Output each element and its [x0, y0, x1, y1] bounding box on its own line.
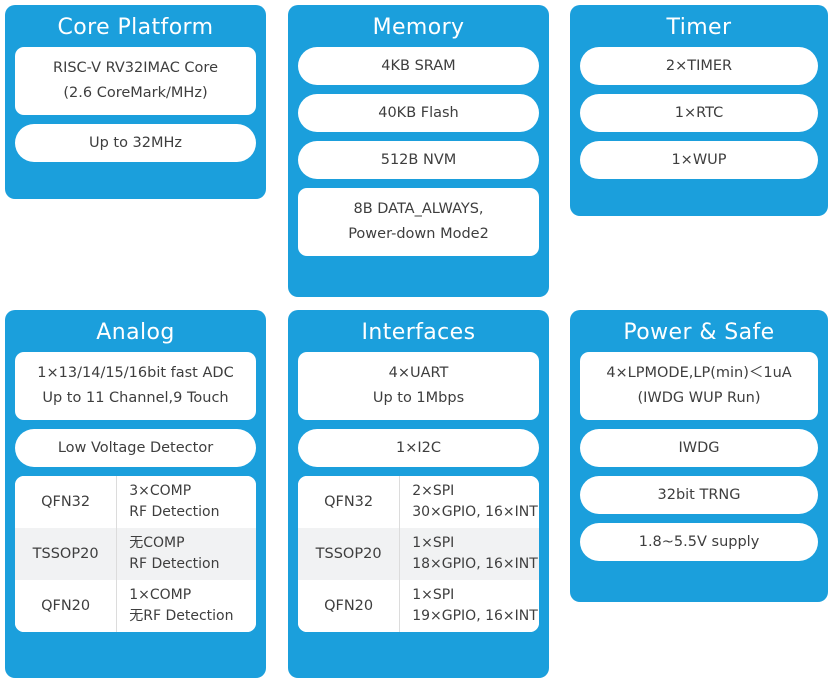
- feature-pill: 1×I2C: [298, 429, 539, 467]
- table-cell-detail-line: 无RF Detection: [129, 608, 234, 624]
- card-analog: Analog 1×13/14/15/16bit fast ADC Up to 11…: [5, 310, 266, 678]
- card-body-memory: 4KB SRAM 40KB Flash 512B NVM 8B DATA_ALWAYS…: [298, 47, 539, 256]
- feature-pill: 8B DATA_ALWAYS, Power-down Mode2: [298, 188, 539, 256]
- feature-pill-line: (2.6 CoreMark/MHz): [63, 85, 208, 101]
- feature-pill: 40KB Flash: [298, 94, 539, 132]
- feature-pill-line: RISC-V RV32IMAC Core: [53, 60, 218, 76]
- table-cell-package: QFN20: [41, 598, 91, 614]
- table-cell-detail-line: 1×SPI: [412, 535, 455, 551]
- table-cell-detail-line: 18×GPIO, 16×INT: [412, 556, 538, 572]
- card-body-interfaces: 4×UART Up to 1Mbps 1×I2C QFN32 2×SPI 30×GPIO,…: [298, 352, 539, 632]
- feature-pill: 4KB SRAM: [298, 47, 539, 85]
- feature-pill-line: 2×TIMER: [665, 58, 733, 74]
- feature-pill-line: Low Voltage Detector: [57, 440, 214, 456]
- feature-pill: 4×LPMODE,LP(min)＜1uA (IWDG WUP Run): [580, 352, 818, 420]
- table-cell-package: QFN32: [41, 494, 91, 510]
- feature-pill-line: 512B NVM: [380, 152, 457, 168]
- feature-pill-line: IWDG: [678, 440, 720, 456]
- table-cell-detail-line: 3×COMP: [129, 483, 192, 499]
- feature-pill: IWDG: [580, 429, 818, 467]
- table-cell-detail-line: 19×GPIO, 16×INT: [412, 608, 538, 624]
- package-variant-table: QFN32 3×COMP RF Detection TSSOP20 无COMP RF De…: [15, 476, 256, 632]
- feature-pill: 512B NVM: [298, 141, 539, 179]
- card-title-timer: Timer: [666, 15, 732, 40]
- card-title-core-platform: Core Platform: [57, 15, 214, 40]
- feature-pill: 2×TIMER: [580, 47, 818, 85]
- table-row: TSSOP20 1×SPI 18×GPIO, 16×INT: [298, 528, 539, 580]
- feature-pill: 1.8~5.5V supply: [580, 523, 818, 561]
- table-cell-detail: 2×SPI 30×GPIO, 16×INT: [399, 476, 539, 528]
- feature-pill-line: 4KB SRAM: [381, 58, 456, 74]
- feature-pill-line: Up to 11 Channel,9 Touch: [42, 390, 229, 406]
- feature-pill-line: Up to 1Mbps: [372, 390, 465, 406]
- card-body-core-platform: RISC-V RV32IMAC Core (2.6 CoreMark/MHz) Up…: [15, 47, 256, 162]
- table-cell-detail-line: RF Detection: [129, 556, 220, 572]
- table-cell-detail-line: 无COMP: [129, 535, 185, 551]
- feature-pill-line: 32bit TRNG: [657, 487, 741, 503]
- feature-pill-line: 1×13/14/15/16bit fast ADC: [37, 365, 234, 381]
- card-title-interfaces: Interfaces: [361, 320, 476, 345]
- feature-pill-line: 1.8~5.5V supply: [638, 534, 760, 550]
- card-title-power-and-safe: Power & Safe: [623, 320, 775, 345]
- table-row: TSSOP20 无COMP RF Detection: [15, 528, 256, 580]
- table-cell-package: TSSOP20: [315, 546, 382, 562]
- table-cell-detail-line: 1×COMP: [129, 587, 192, 603]
- table-cell-detail: 1×SPI 18×GPIO, 16×INT: [399, 528, 539, 580]
- table-cell-detail-line: 2×SPI: [412, 483, 455, 499]
- table-row: QFN32 2×SPI 30×GPIO, 16×INT: [298, 476, 539, 528]
- feature-pill-line: 4×LPMODE,LP(min)＜1uA: [606, 365, 792, 381]
- feature-pill: 1×WUP: [580, 141, 818, 179]
- table-cell-detail-line: 30×GPIO, 16×INT: [412, 504, 538, 520]
- table-cell-detail-line: RF Detection: [129, 504, 220, 520]
- table-cell-detail: 无COMP RF Detection: [116, 528, 256, 580]
- feature-pill-line: Power-down Mode2: [348, 226, 489, 242]
- feature-pill: Low Voltage Detector: [15, 429, 256, 467]
- feature-pill: RISC-V RV32IMAC Core (2.6 CoreMark/MHz): [15, 47, 256, 115]
- feature-pill-line: 40KB Flash: [378, 105, 459, 121]
- card-memory: Memory 4KB SRAM 40KB Flash 512B NVM 8B DATA…: [288, 5, 549, 297]
- feature-block-diagram: Core Platform RISC-V RV32IMAC Core (2.6 C…: [0, 0, 833, 683]
- feature-pill: 4×UART Up to 1Mbps: [298, 352, 539, 420]
- table-row: QFN20 1×SPI 19×GPIO, 16×INT: [298, 580, 539, 632]
- card-core-platform: Core Platform RISC-V RV32IMAC Core (2.6 C…: [5, 5, 266, 199]
- card-timer: Timer 2×TIMER 1×RTC 1×WUP: [570, 5, 828, 216]
- card-title-memory: Memory: [372, 15, 465, 40]
- table-cell-package: TSSOP20: [32, 546, 99, 562]
- table-cell-detail: 1×COMP 无RF Detection: [116, 580, 256, 632]
- feature-pill-line: Up to 32MHz: [88, 135, 183, 151]
- table-row: QFN32 3×COMP RF Detection: [15, 476, 256, 528]
- table-cell-detail: 1×SPI 19×GPIO, 16×INT: [399, 580, 539, 632]
- card-body-power-and-safe: 4×LPMODE,LP(min)＜1uA (IWDG WUP Run) IWDG 32…: [580, 352, 818, 561]
- table-cell-package: QFN20: [324, 598, 374, 614]
- card-interfaces: Interfaces 4×UART Up to 1Mbps 1×I2C QFN32 2×…: [288, 310, 549, 678]
- card-body-timer: 2×TIMER 1×RTC 1×WUP: [580, 47, 818, 179]
- feature-pill-line: 1×WUP: [671, 152, 727, 168]
- feature-pill: 1×RTC: [580, 94, 818, 132]
- feature-pill-line: 4×UART: [388, 365, 449, 381]
- feature-pill: 1×13/14/15/16bit fast ADC Up to 11 Channe…: [15, 352, 256, 420]
- table-cell-detail-line: 1×SPI: [412, 587, 455, 603]
- feature-pill-line: 8B DATA_ALWAYS,: [353, 201, 484, 217]
- table-cell-detail: 3×COMP RF Detection: [116, 476, 256, 528]
- table-cell-package: QFN32: [324, 494, 374, 510]
- table-row: QFN20 1×COMP 无RF Detection: [15, 580, 256, 632]
- card-title-analog: Analog: [96, 320, 175, 345]
- card-power-and-safe: Power & Safe 4×LPMODE,LP(min)＜1uA (IWDG W…: [570, 310, 828, 602]
- feature-pill-line: (IWDG WUP Run): [637, 390, 761, 406]
- feature-pill-line: 1×I2C: [395, 440, 441, 456]
- feature-pill-line: 1×RTC: [674, 105, 724, 121]
- feature-pill: Up to 32MHz: [15, 124, 256, 162]
- card-body-analog: 1×13/14/15/16bit fast ADC Up to 11 Channe…: [15, 352, 256, 632]
- package-variant-table: QFN32 2×SPI 30×GPIO, 16×INT TSSOP20 1×SPI 18×…: [298, 476, 539, 632]
- feature-pill: 32bit TRNG: [580, 476, 818, 514]
